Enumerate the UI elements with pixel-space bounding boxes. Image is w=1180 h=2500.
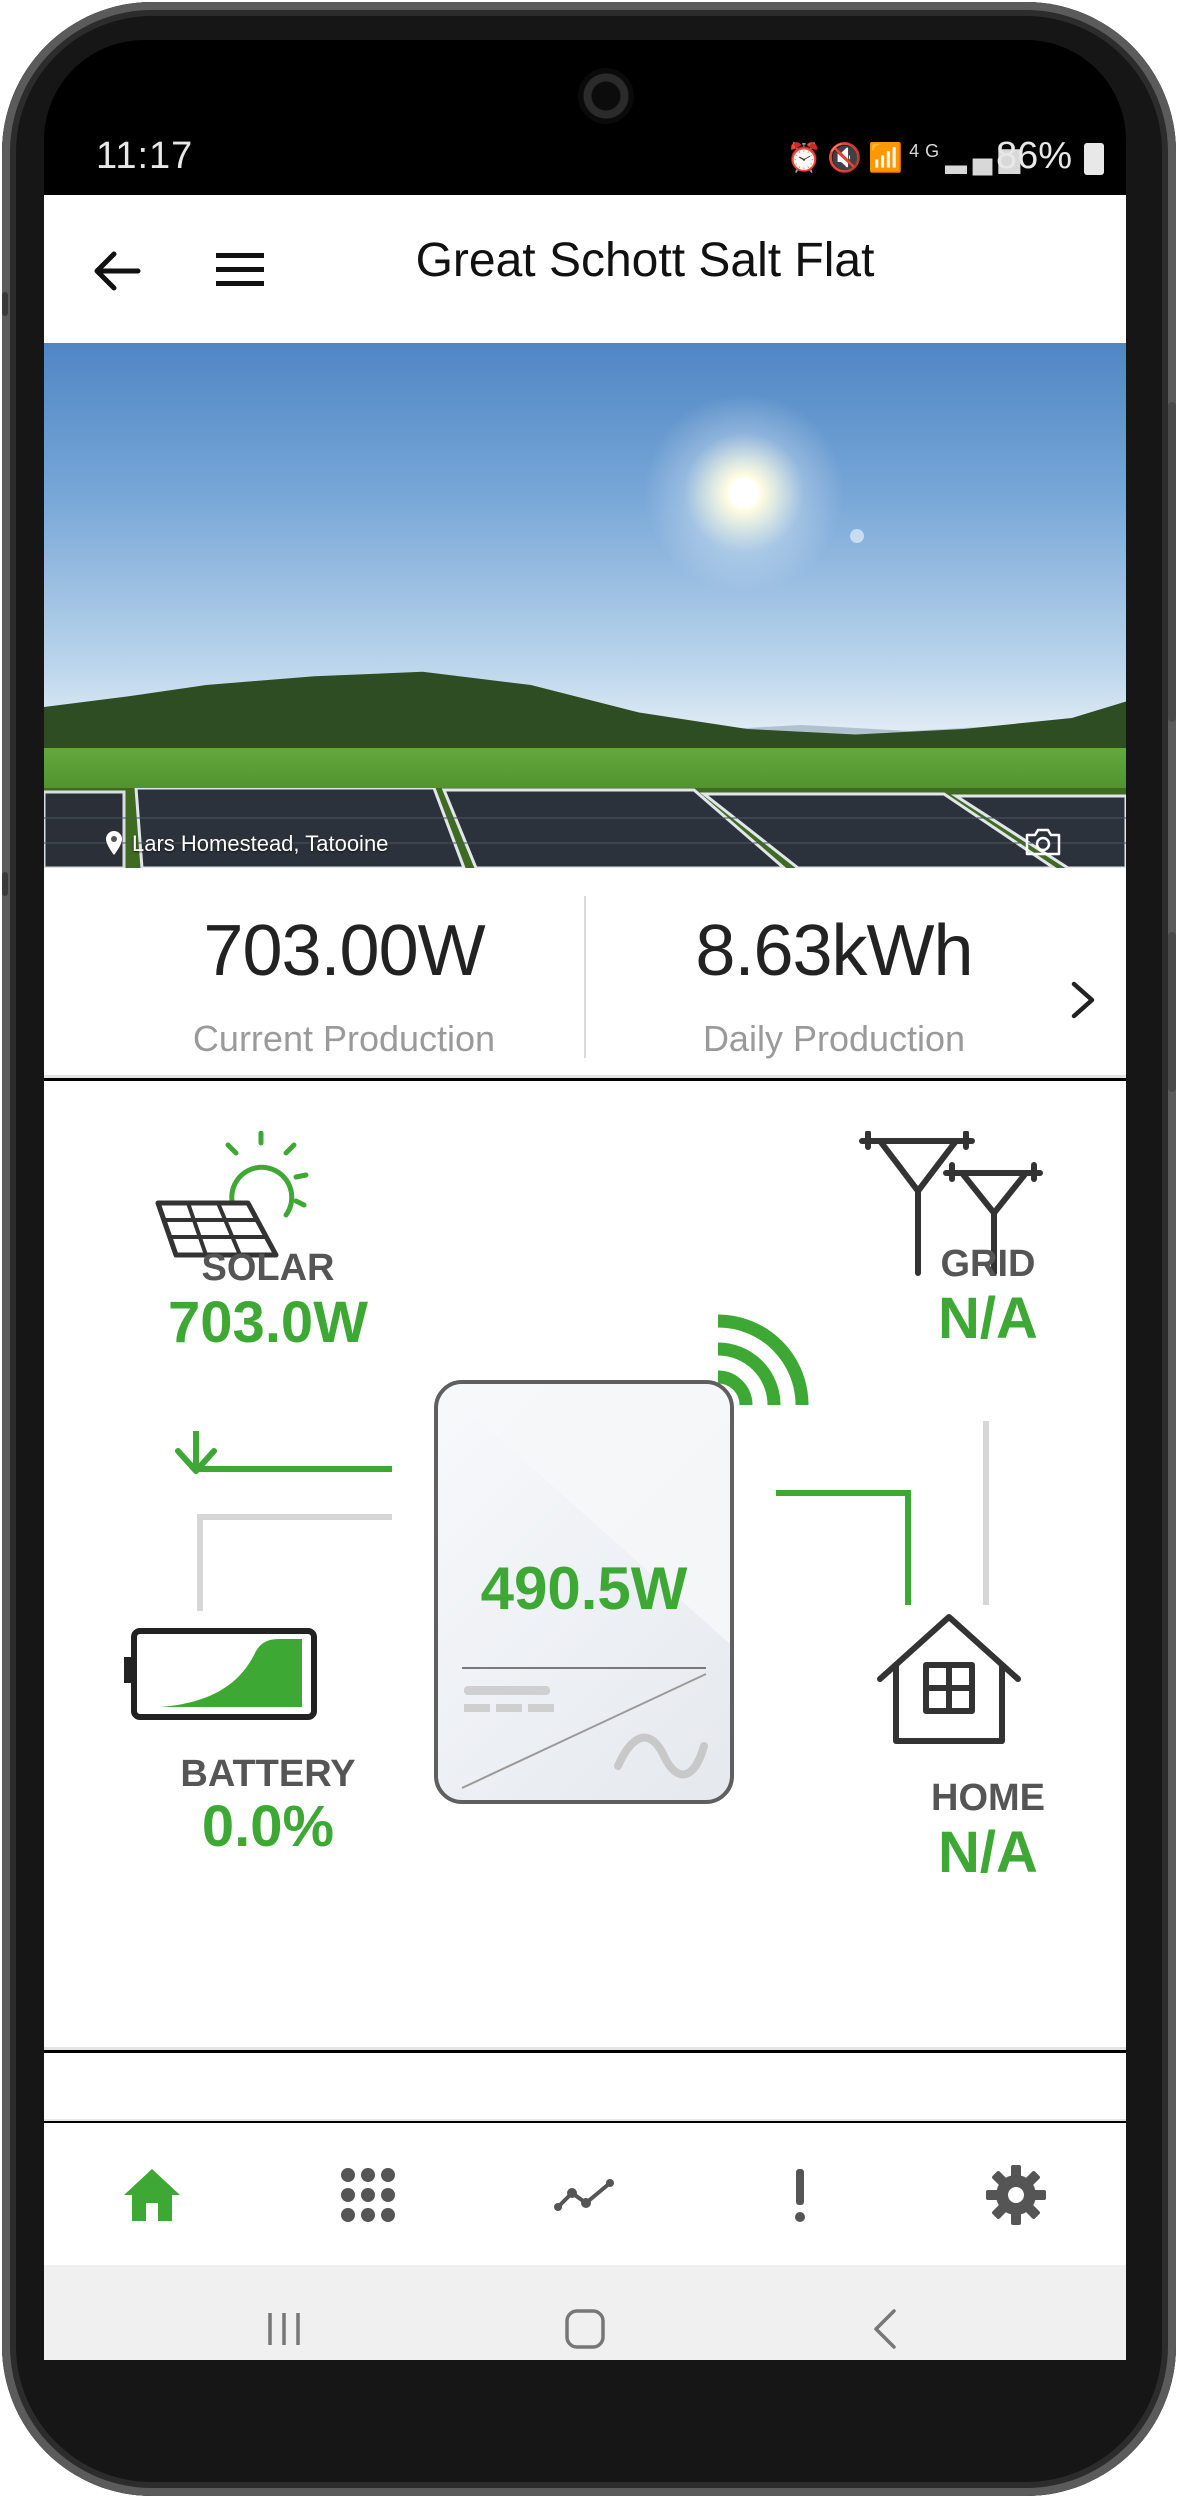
- solar-wire: [193, 1431, 392, 1472]
- battery-percent: 86%: [995, 135, 1072, 177]
- recent-apps-icon[interactable]: [260, 2305, 308, 2353]
- home-house-icon: [877, 1614, 1021, 1744]
- chart-line-icon: [554, 2179, 614, 2211]
- battery-status-icon: [1084, 143, 1104, 175]
- daily-production-stat: 8.63kWh Daily Production: [584, 910, 1084, 1060]
- solar-label: SOLAR: [201, 1247, 335, 1289]
- battery-label: BATTERY: [180, 1753, 356, 1795]
- screen: 11:17 ⏰🔇📶4G▂▄▆ 86% Great Schott Salt Fla…: [44, 40, 1126, 2360]
- production-summary: 703.00W Current Production 8.63kWh Daily…: [44, 868, 1126, 1078]
- sun-graphic: [644, 393, 844, 593]
- lens-glare: [850, 529, 864, 543]
- status-time: 11:17: [96, 135, 194, 177]
- home-label: HOME: [931, 1777, 1045, 1819]
- camera-icon[interactable]: [1024, 827, 1062, 857]
- back-nav-icon[interactable]: [862, 2305, 910, 2353]
- inverter-value: 490.5W: [480, 1555, 688, 1622]
- alert-icon: [795, 2169, 805, 2222]
- nav-devices[interactable]: [336, 2163, 400, 2227]
- status-bar: 11:17 ⏰🔇📶4G▂▄▆ 86%: [44, 135, 1126, 195]
- gear-icon: [986, 2165, 1046, 2225]
- location-pin-icon: [106, 831, 122, 855]
- grid-label: GRID: [940, 1243, 1036, 1285]
- content-divider: [44, 2053, 1126, 2121]
- grid-value: N/A: [938, 1286, 1038, 1351]
- solar-value: 703.0W: [168, 1290, 368, 1355]
- chevron-right-icon[interactable]: [1068, 978, 1098, 1022]
- nav-charts[interactable]: [552, 2163, 616, 2227]
- mute-icon: 🔇: [827, 142, 869, 173]
- daily-production-value: 8.63kWh: [695, 911, 973, 991]
- battery-value: 0.0%: [201, 1794, 335, 1859]
- current-production-stat: 703.00W Current Production: [94, 910, 594, 1060]
- frame-notch: [2, 292, 8, 316]
- current-production-label: Current Production: [192, 1018, 496, 1059]
- battery-icon: [124, 1628, 317, 1720]
- power-flow-diagram: SOLAR 703.0W GRID N/A 490.5W BATTERY 0.0…: [44, 1081, 1126, 2050]
- site-photo: Lars Homestead, Tatooine: [44, 343, 1126, 868]
- location-label: Lars Homestead, Tatooine: [132, 831, 389, 856]
- grid-dots-icon: [341, 2168, 395, 2222]
- battery-wire: [197, 1514, 392, 1611]
- current-production-value: 703.00W: [203, 911, 485, 991]
- nav-alerts[interactable]: [768, 2163, 832, 2227]
- home-icon: [124, 2169, 180, 2221]
- network-label: 4G: [909, 141, 946, 161]
- status-icons: ⏰🔇📶4G▂▄▆: [786, 141, 1026, 174]
- home-button-icon[interactable]: [561, 2305, 609, 2353]
- volume-button: [1168, 402, 1176, 722]
- nav-home[interactable]: [120, 2163, 184, 2227]
- system-nav-bar: [44, 2265, 1126, 2360]
- alarm-icon: ⏰: [786, 142, 828, 173]
- inverter-unit[interactable]: 490.5W: [434, 1380, 734, 1804]
- wifi-icon: 📶: [868, 142, 910, 173]
- home-wire: [776, 1490, 911, 1605]
- power-button: [1168, 932, 1176, 1092]
- front-camera: [578, 68, 634, 124]
- bottom-nav: [44, 2123, 1126, 2265]
- app-bar: Great Schott Salt Flat: [44, 195, 1126, 343]
- nav-settings[interactable]: [984, 2163, 1048, 2227]
- home-value: N/A: [938, 1820, 1038, 1885]
- frame-notch: [2, 872, 8, 896]
- daily-production-label: Daily Production: [702, 1018, 966, 1059]
- page-title: Great Schott Salt Flat: [415, 234, 875, 287]
